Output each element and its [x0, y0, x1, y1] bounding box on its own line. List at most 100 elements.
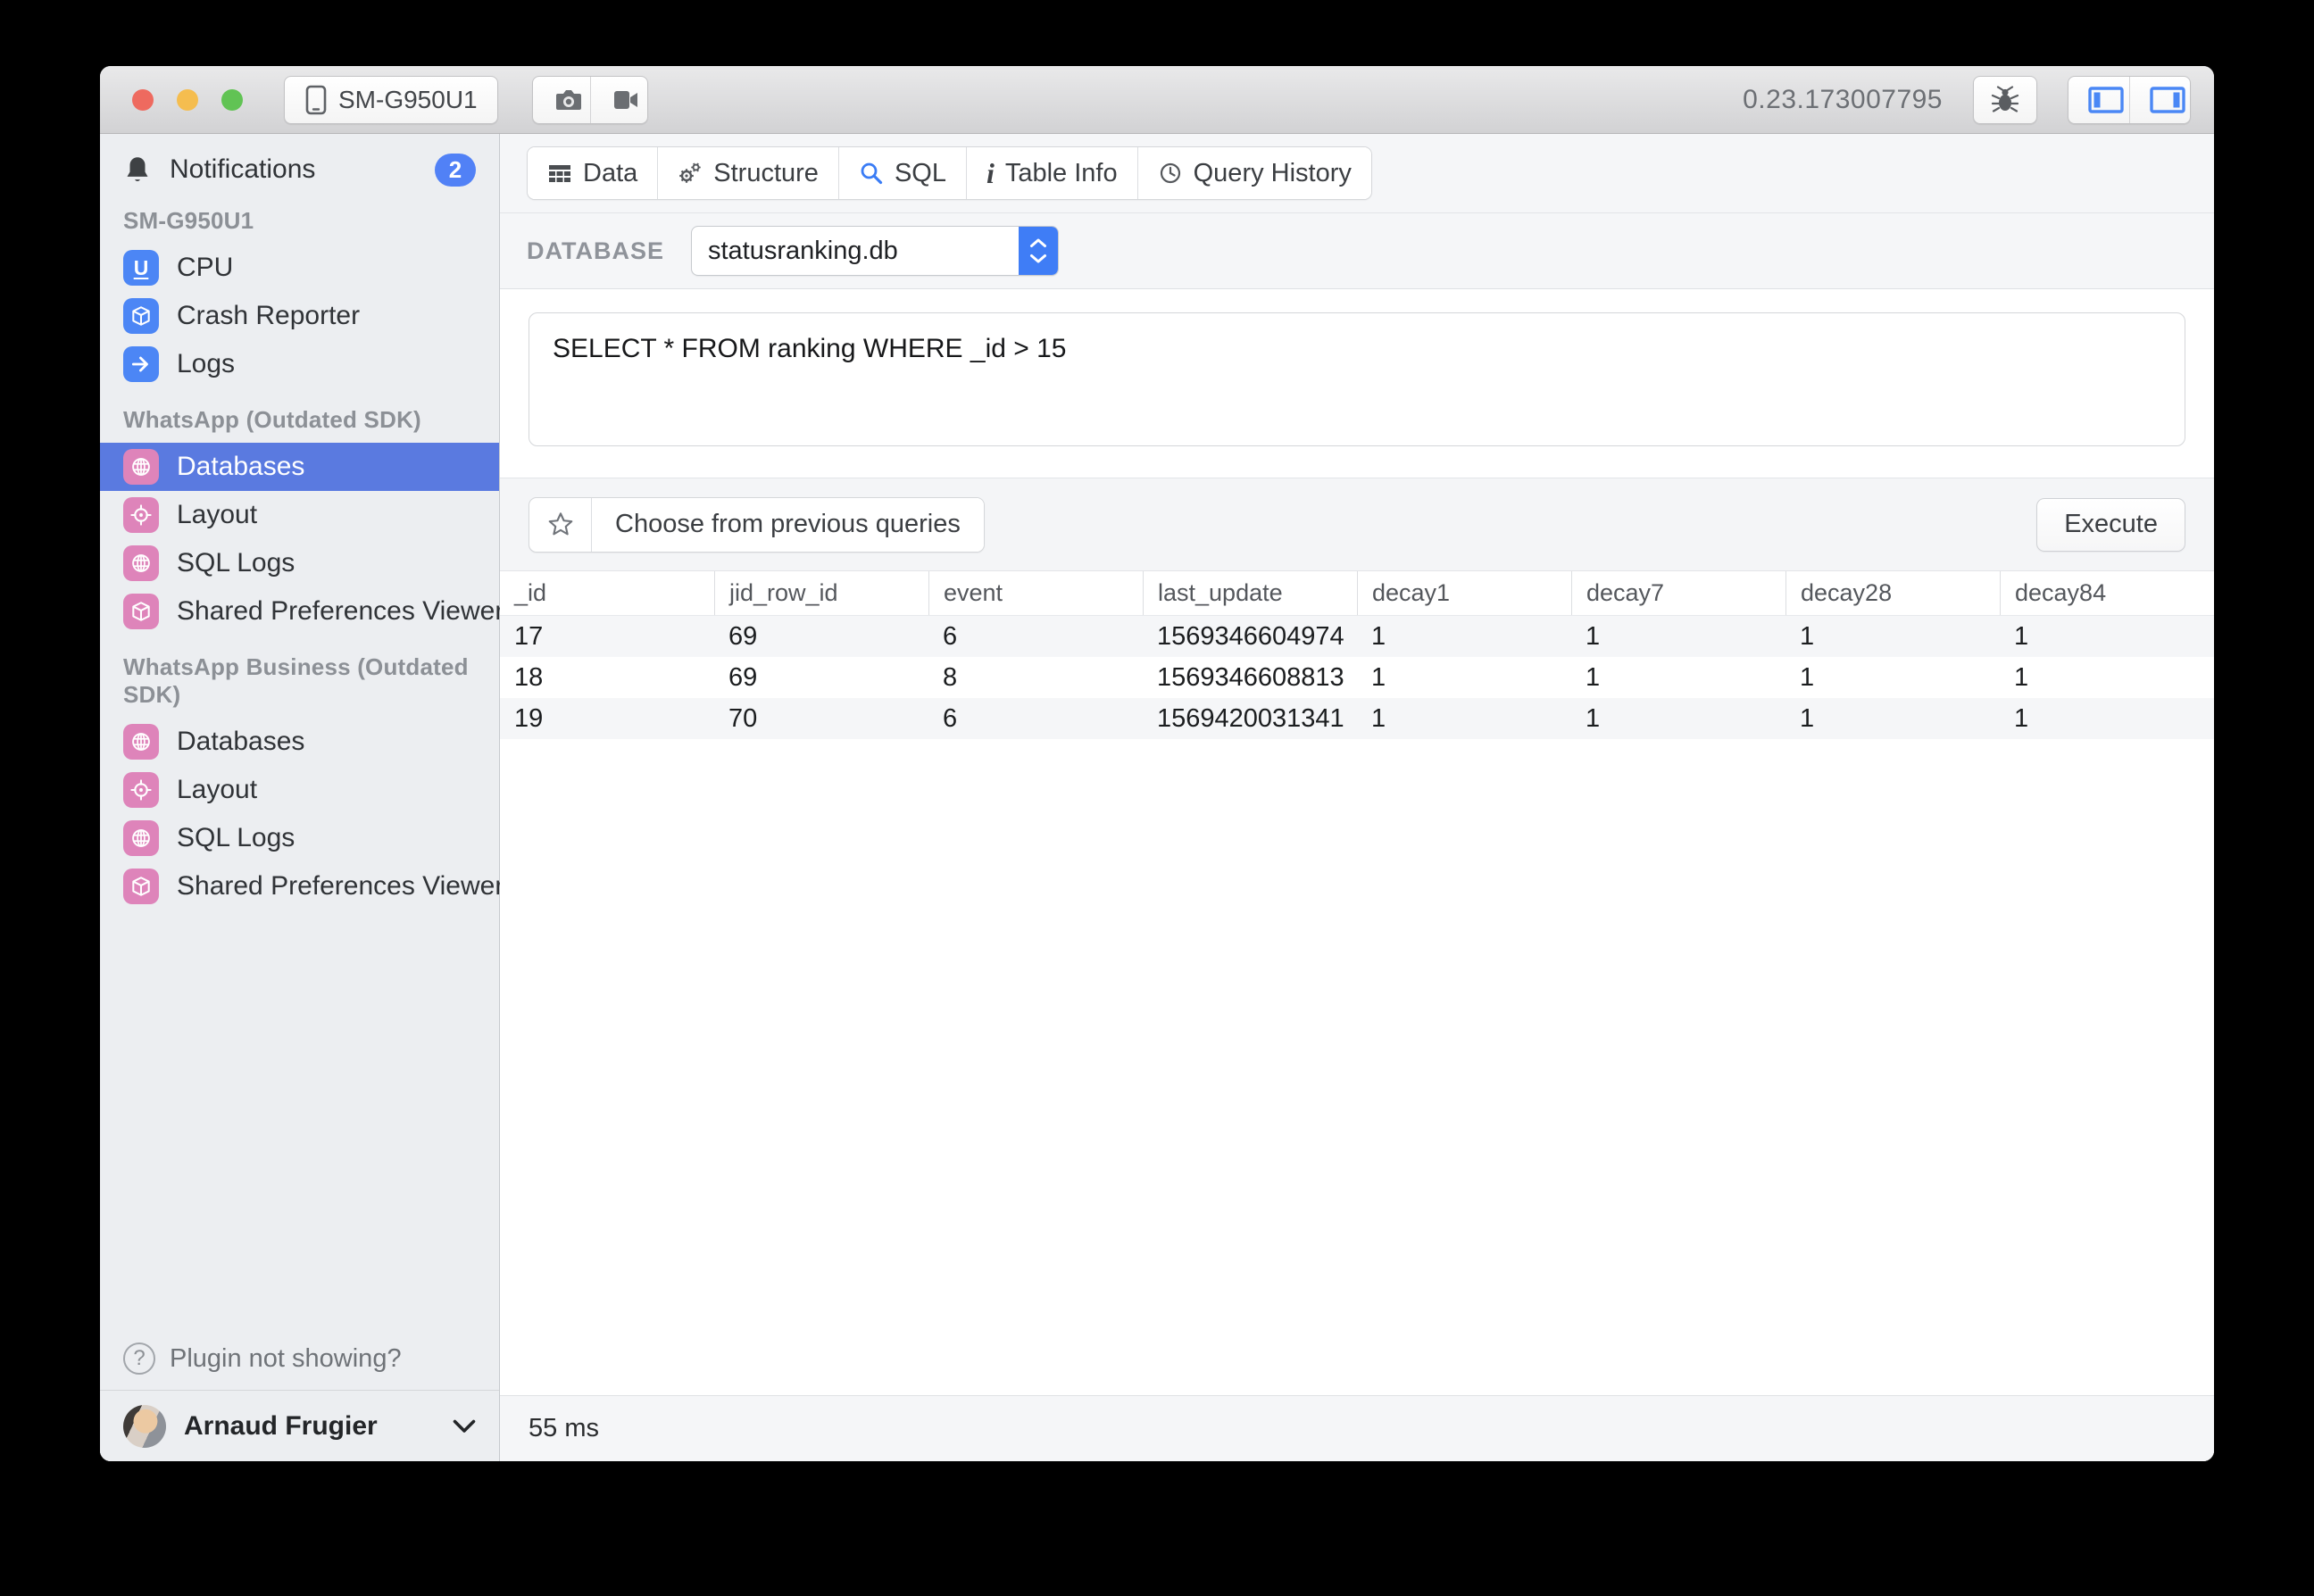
- layout-inspector-icon: [123, 772, 159, 808]
- screenshot-button[interactable]: [533, 77, 590, 123]
- database-selector-row: DATABASE statusranking.db: [500, 213, 2214, 289]
- table-cell: 8: [928, 663, 1143, 693]
- table-cell: 1: [1785, 663, 2000, 693]
- database-globe-icon: [123, 820, 159, 856]
- sidebar-item-databases[interactable]: Databases: [100, 443, 499, 491]
- database-label: DATABASE: [527, 237, 664, 265]
- table-row[interactable]: 17 69 6 1569346604974 1 1 1 1: [500, 616, 2214, 657]
- sidebar-item-crash-reporter[interactable]: Crash Reporter: [100, 292, 499, 340]
- table-cell: 19: [500, 704, 714, 734]
- toggle-right-sidebar-button[interactable]: [2129, 77, 2190, 123]
- sidebar-item-sql-logs[interactable]: SQL Logs: [100, 539, 499, 587]
- column-header[interactable]: event: [928, 571, 1143, 615]
- column-header[interactable]: jid_row_id: [714, 571, 928, 615]
- sidebar-item-logs[interactable]: Logs: [100, 340, 499, 388]
- table-cell: 1569346604974: [1143, 622, 1357, 652]
- app-version: 0.23.173007795: [1743, 85, 1943, 115]
- table-cell: 1569420031341: [1143, 704, 1357, 734]
- history-clock-icon: [1158, 161, 1183, 186]
- results-table: _id jid_row_id event last_update decay1 …: [500, 571, 2214, 739]
- table-row[interactable]: 19 70 6 1569420031341 1 1 1 1: [500, 698, 2214, 739]
- column-header[interactable]: decay7: [1571, 571, 1785, 615]
- close-window-button[interactable]: [132, 89, 154, 111]
- sidebar-item-label: CPU: [177, 253, 233, 283]
- sidebar-item-cpu[interactable]: U CPU: [100, 244, 499, 292]
- screen-record-button[interactable]: [590, 77, 647, 123]
- results-table-header: _id jid_row_id event last_update decay1 …: [500, 571, 2214, 616]
- sidebar-item-label: SQL Logs: [177, 548, 295, 578]
- database-select[interactable]: statusranking.db: [691, 226, 1059, 276]
- table-cell: 1: [1785, 622, 2000, 652]
- shared-prefs-icon: [123, 869, 159, 904]
- sql-query-input[interactable]: SELECT * FROM ranking WHERE _id > 15: [529, 312, 2185, 446]
- tab-structure[interactable]: Structure: [657, 147, 838, 199]
- search-icon: [859, 161, 884, 186]
- avatar: [123, 1405, 166, 1448]
- flipper-window: SM-G950U1 0.23.17: [100, 66, 2214, 1461]
- sidebar-item-shared-preferences[interactable]: Shared Preferences Viewer: [100, 587, 499, 636]
- favorite-query-button[interactable]: [529, 498, 592, 552]
- database-globe-icon: [123, 449, 159, 485]
- sidebar-item-label: Shared Preferences Viewer: [177, 596, 504, 627]
- column-header[interactable]: decay84: [2000, 571, 2214, 615]
- minimize-window-button[interactable]: [177, 89, 198, 111]
- plugin-sidebar: Notifications 2 SM-G950U1 U CPU Crash Re…: [100, 134, 500, 1461]
- logs-icon: [123, 346, 159, 382]
- column-header[interactable]: _id: [500, 571, 714, 615]
- sidebar-item-label: Layout: [177, 500, 257, 530]
- video-camera-icon: [611, 88, 641, 112]
- plugin-help-link[interactable]: ? Plugin not showing?: [100, 1327, 499, 1390]
- table-cell: 1: [2000, 704, 2214, 734]
- sidebar-item-layout-business[interactable]: Layout: [100, 766, 499, 814]
- sidebar-item-notifications[interactable]: Notifications 2: [100, 145, 499, 195]
- tab-label: Data: [583, 159, 637, 188]
- table-cell: 1: [1357, 704, 1571, 734]
- right-panel-icon: [2150, 87, 2185, 113]
- device-selector-button[interactable]: SM-G950U1: [284, 76, 498, 124]
- table-cell: 1: [1357, 663, 1571, 693]
- database-globe-icon: [123, 724, 159, 760]
- zoom-window-button[interactable]: [221, 89, 243, 111]
- sidebar-item-label: Crash Reporter: [177, 301, 360, 331]
- select-stepper-icon: [1019, 227, 1058, 275]
- user-account-row[interactable]: Arnaud Frugier: [100, 1390, 499, 1461]
- sidebar-item-label: Notifications: [170, 154, 315, 185]
- tab-label: SQL: [895, 159, 946, 188]
- tab-table-info[interactable]: i Table Info: [966, 147, 1137, 199]
- left-panel-icon: [2088, 87, 2124, 113]
- databases-plugin-panel: Data Structure: [500, 134, 2214, 1461]
- table-cell: 1: [2000, 663, 2214, 693]
- report-bug-button[interactable]: [1973, 76, 2037, 124]
- plugin-help-label: Plugin not showing?: [170, 1344, 402, 1374]
- table-cell: 1: [1571, 663, 1785, 693]
- table-cell: 70: [714, 704, 928, 734]
- table-cell: 1569346608813: [1143, 663, 1357, 693]
- sidebar-item-databases-business[interactable]: Databases: [100, 718, 499, 766]
- tab-sql[interactable]: SQL: [838, 147, 966, 199]
- table-row[interactable]: 18 69 8 1569346608813 1 1 1 1: [500, 657, 2214, 698]
- sidebar-spacer: [100, 910, 499, 1327]
- sidebar-item-shared-preferences-business[interactable]: Shared Preferences Viewer: [100, 862, 499, 910]
- device-name: SM-G950U1: [338, 86, 478, 114]
- query-duration: 55 ms: [529, 1414, 599, 1443]
- column-header[interactable]: decay1: [1357, 571, 1571, 615]
- sidebar-item-label: Shared Preferences Viewer: [177, 871, 504, 902]
- table-cell: 1: [1571, 704, 1785, 734]
- column-header[interactable]: last_update: [1143, 571, 1357, 615]
- execute-button[interactable]: Execute: [2036, 498, 2185, 552]
- sidebar-item-label: Layout: [177, 775, 257, 805]
- column-header[interactable]: decay28: [1785, 571, 2000, 615]
- sidebar-item-sql-logs-business[interactable]: SQL Logs: [100, 814, 499, 862]
- sidebar-item-label: Logs: [177, 349, 235, 379]
- shared-prefs-icon: [123, 594, 159, 629]
- tab-label: Structure: [713, 159, 819, 188]
- sidebar-item-label: SQL Logs: [177, 823, 295, 853]
- traffic-lights: [132, 89, 243, 111]
- tab-query-history[interactable]: Query History: [1137, 147, 1371, 199]
- bug-icon: [1990, 86, 2020, 114]
- toggle-left-sidebar-button[interactable]: [2068, 77, 2129, 123]
- sidebar-item-layout[interactable]: Layout: [100, 491, 499, 539]
- choose-previous-queries-button[interactable]: Choose from previous queries: [592, 498, 984, 552]
- tab-data[interactable]: Data: [528, 147, 657, 199]
- table-cell: 17: [500, 622, 714, 652]
